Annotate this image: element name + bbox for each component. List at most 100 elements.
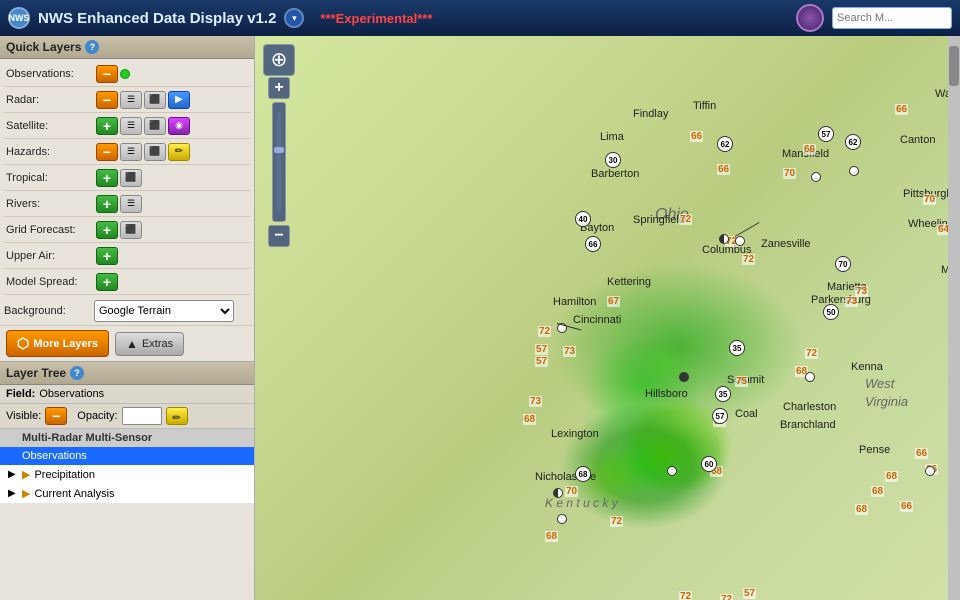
observations-status-dot [120,69,130,79]
grid-forecast-label: Grid Forecast: [6,224,96,236]
radar-list-btn[interactable]: ☰ [120,91,142,109]
route-circle-12: 66 [585,236,601,252]
hazards-list-btn[interactable]: ☰ [120,143,142,161]
zoom-slider[interactable] [272,102,286,222]
tree-item-label: Precipitation [34,469,95,481]
opacity-set-btn[interactable]: ✏ [166,407,188,425]
satellite-list-btn[interactable]: ☰ [120,117,142,135]
observations-row: Observations: − [4,61,250,87]
profile-icon[interactable] [796,4,824,32]
visible-label: Visible: [6,410,41,422]
split-icon: ⬛ [149,120,160,131]
tree-item-label: Current Analysis [34,488,114,500]
observations-label: Observations: [6,68,96,80]
radar-toggle-btn[interactable]: − [96,91,118,109]
background-row: Background: Google TerrainGoogle Satelli… [0,297,254,326]
compass-icon: ⊕ [271,50,288,70]
plus-icon: + [103,197,111,211]
plus-icon: + [103,223,111,237]
tree-item-multi-radar[interactable]: Multi-Radar Multi-Sensor [0,429,254,447]
tree-item-label: Observations [22,450,87,462]
tropical-label: Tropical: [6,172,96,184]
layers-icon: ⬡ [17,335,29,352]
minus-icon: − [52,409,60,423]
tropical-row: Tropical: + ⬛ [4,165,250,191]
field-row: Field: Observations [0,385,254,404]
play-icon: ▶ [175,94,183,105]
extras-icon: ▲ [126,337,138,351]
satellite-color-btn[interactable]: ◉ [168,117,190,135]
opacity-input[interactable] [122,407,162,425]
noaa-logo: ▾ [284,8,304,28]
hazards-split-btn[interactable]: ⬛ [144,143,166,161]
hazards-toggle-btn[interactable]: − [96,143,118,161]
layer-tree-help-icon[interactable]: ? [70,366,84,380]
tropical-split-btn[interactable]: ⬛ [120,169,142,187]
upper-air-toggle-btn[interactable]: + [96,247,118,265]
rivers-list-btn[interactable]: ☰ [120,195,142,213]
split-icon: ⬛ [125,224,136,235]
route-circle-6: 50 [823,304,839,320]
background-select[interactable]: Google TerrainGoogle SatelliteGoogle Roa… [94,300,234,322]
upper-air-label: Upper Air: [6,250,96,262]
tree-item-observations[interactable]: Observations [0,447,254,465]
route-circle-1: 57 [818,126,834,142]
hazards-draw-btn[interactable]: ✏ [168,143,190,161]
map-scrollbar[interactable] [948,36,960,600]
observations-toggle-btn[interactable]: − [96,65,118,83]
split-icon: ⬛ [125,172,136,183]
satellite-toggle-btn[interactable]: + [96,117,118,135]
zoom-out-button[interactable]: − [268,225,290,247]
upper-air-row: Upper Air: + [4,243,250,269]
visible-toggle-btn[interactable]: − [45,407,67,425]
minus-icon: − [103,67,111,81]
radar-anim-btn[interactable]: ▶ [168,91,190,109]
split-icon: ⬛ [149,94,160,105]
grid-forecast-toggle-btn[interactable]: + [96,221,118,239]
list-icon: ☰ [127,120,135,131]
satellite-split-btn[interactable]: ⬛ [144,117,166,135]
rivers-toggle-btn[interactable]: + [96,195,118,213]
list-icon: ☰ [127,198,135,209]
compass-button[interactable]: ⊕ [263,44,295,76]
zoom-thumb[interactable] [274,147,284,153]
rivers-label: Rivers: [6,198,96,210]
field-label: Field: [6,388,35,400]
zoom-track [277,112,281,212]
grid-forecast-split-btn[interactable]: ⬛ [120,221,142,239]
radar-split-btn[interactable]: ⬛ [144,91,166,109]
layer-tree-header: Layer Tree ? [0,362,254,385]
map-scroll-thumb[interactable] [949,46,959,86]
minus-icon: − [103,145,111,159]
layer-tree-list: Multi-Radar Multi-Sensor Observations ▶ … [0,429,254,503]
opacity-label: Opacity: [77,410,117,422]
search-input[interactable] [832,7,952,29]
zoom-in-button[interactable]: + [268,77,290,99]
minus-icon: − [103,93,111,107]
route-circle-3: 62 [845,134,861,150]
main-layout: Quick Layers ? Observations: − Radar: − … [0,36,960,600]
pencil-icon: ✏ [175,146,183,157]
plus-icon: + [103,275,111,289]
route-circle-7: 35 [729,340,745,356]
experimental-label: ***Experimental*** [320,11,432,26]
extras-button[interactable]: ▲ Extras [115,332,184,356]
quick-layers-table: Observations: − Radar: − ☰ ⬛ ▶ Satellite… [0,59,254,297]
visible-row: Visible: − Opacity: ✏ [0,404,254,429]
model-spread-toggle-btn[interactable]: + [96,273,118,291]
app-header: NWS NWS Enhanced Data Display v1.2 ▾ ***… [0,0,960,36]
action-row: ⬡ More Layers ▲ Extras [0,326,254,362]
left-panel: Quick Layers ? Observations: − Radar: − … [0,36,255,600]
tropical-toggle-btn[interactable]: + [96,169,118,187]
map-area[interactable]: Ohio West Virginia Pennsylva... K e n t … [255,36,960,600]
model-spread-row: Model Spread: + [4,269,250,295]
list-icon: ☰ [127,146,135,157]
more-layers-button[interactable]: ⬡ More Layers [6,330,109,357]
tree-item-current-analysis[interactable]: ▶ ▶ Current Analysis [0,484,254,503]
radar-row: Radar: − ☰ ⬛ ▶ [4,87,250,113]
quick-layers-help-icon[interactable]: ? [85,40,99,54]
color-icon: ◉ [175,120,183,131]
model-spread-label: Model Spread: [6,276,96,288]
tree-item-precipitation[interactable]: ▶ ▶ Precipitation [0,465,254,484]
folder-icon: ▶ [22,468,30,481]
